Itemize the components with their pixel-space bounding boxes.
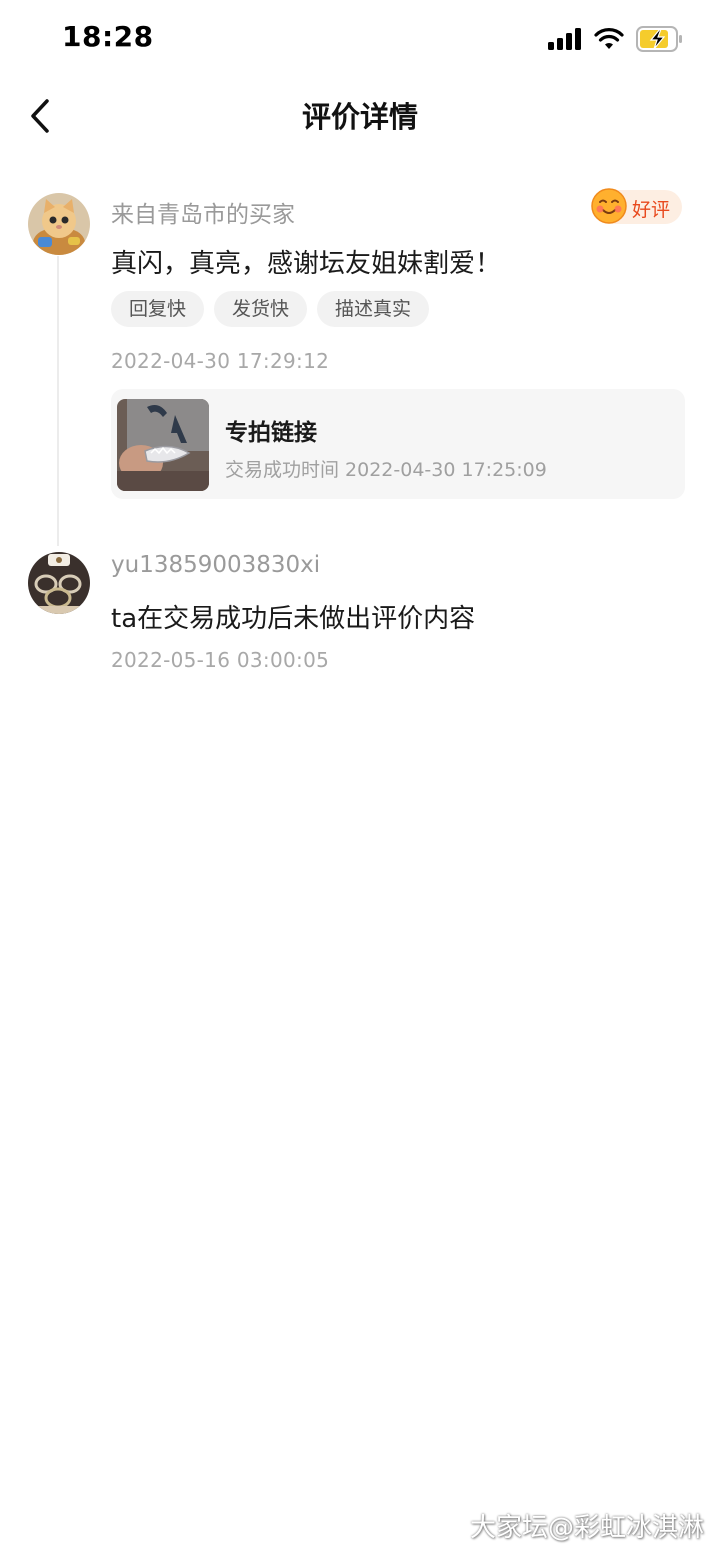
kitten-avatar-image [28,193,90,255]
smiling-face-icon [591,188,627,224]
review-date: 2022-04-30 17:29:12 [111,349,330,373]
product-title: 专拍链接 [225,420,317,446]
avatar[interactable] [28,193,90,255]
product-thumbnail [117,399,209,491]
watermark-text: 大家坛@彩虹冰淇淋 [469,1513,704,1543]
timeline-connector [57,256,59,546]
status-icons [548,26,684,52]
product-card[interactable]: 专拍链接 交易成功时间 2022-04-30 17:25:09 [111,389,685,499]
reviewer-name: 来自青岛市的买家 [111,202,295,228]
rating-label: 好评 [632,199,671,221]
tag-chip: 发货快 [214,291,308,327]
review-date: 2022-05-16 03:00:05 [111,648,330,672]
jewelry-avatar-image [28,552,90,614]
rating-badge: 好评 [591,188,682,224]
status-bar: 18:28 [0,0,720,78]
status-time: 18:28 [62,20,154,53]
battery-charging-icon [636,26,682,52]
cellular-signal-icon [548,28,581,50]
page-title: 评价详情 [301,100,418,134]
review-text: 真闪，真亮，感谢坛友姐妹割爱！ [111,249,502,279]
review-text: ta在交易成功后未做出评价内容 [111,604,476,634]
review-tags: 回复快 发货快 描述真实 [111,291,430,327]
avatar[interactable] [28,552,90,614]
wifi-icon [594,28,624,49]
tag-chip: 描述真实 [317,291,430,327]
deal-time: 交易成功时间 2022-04-30 17:25:09 [225,459,547,481]
tag-chip: 回复快 [111,291,205,327]
nav-bar: 评价详情 [0,78,720,154]
reviewer-name: yu13859003830xi [111,552,321,578]
ring-photo-image [117,399,209,491]
